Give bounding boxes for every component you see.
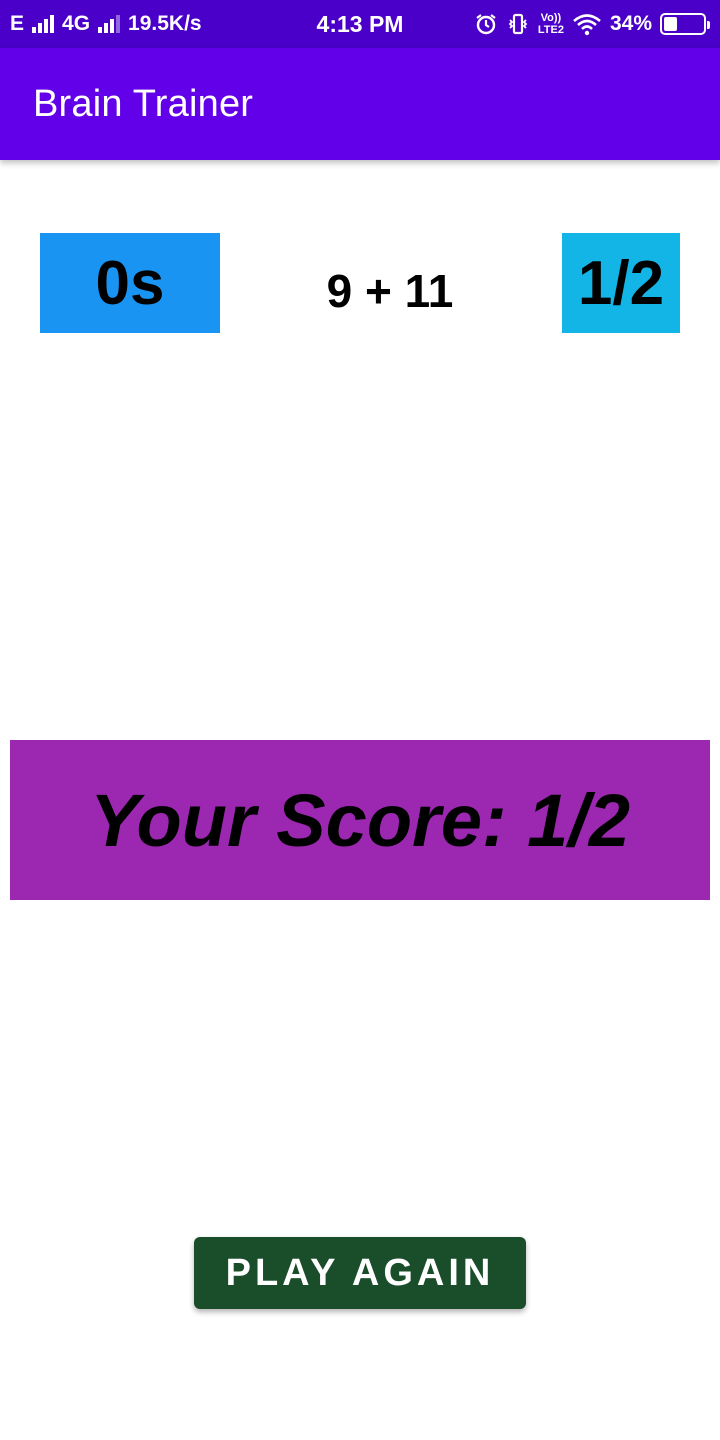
result-banner: Your Score: 1/2 [10, 740, 710, 900]
app-bar: Brain Trainer [0, 48, 720, 160]
alarm-icon [474, 12, 498, 36]
signal-icon [32, 15, 55, 33]
volte-indicator: Vo)) LTE2 [538, 12, 564, 36]
battery-percent: 34% [609, 12, 652, 35]
network-type-e: E [10, 12, 25, 35]
lte-label: LTE2 [537, 24, 564, 36]
question-text: 9 + 11 [326, 265, 454, 317]
score-display: 1/2 [562, 233, 680, 333]
status-right: Vo)) LTE2 34% [474, 12, 710, 36]
vibrate-icon [506, 12, 530, 36]
status-left: E 4G 19.5K/s [10, 12, 202, 36]
volte-label: Vo)) [540, 12, 562, 24]
status-bar: E 4G 19.5K/s 4:13 PM Vo)) LTE2 34% [0, 0, 720, 48]
battery-fill [664, 17, 677, 31]
play-again-button[interactable]: PLAY AGAIN [194, 1237, 526, 1309]
result-text: Your Score: 1/2 [89, 778, 631, 862]
wifi-icon [572, 12, 602, 36]
app-title: Brain Trainer [33, 82, 254, 125]
battery-icon [660, 13, 710, 35]
timer-display: 0s [40, 233, 220, 333]
network-type-4g: 4G [62, 12, 91, 35]
network-speed: 19.5K/s [128, 12, 202, 35]
signal-icon-2 [98, 15, 121, 33]
